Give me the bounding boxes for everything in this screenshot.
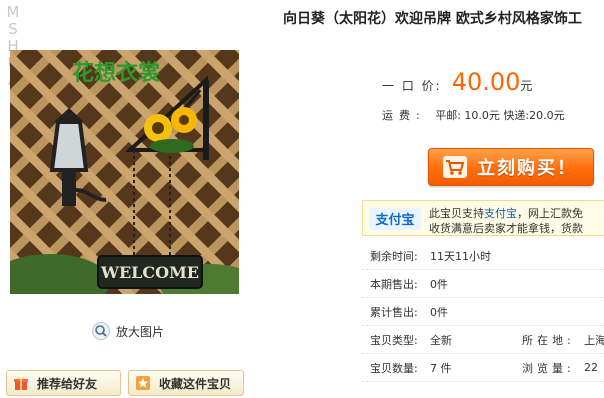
shipping-value: 平邮: 10.0元 快递:20.0元 bbox=[435, 109, 565, 122]
shipping-row: 运费: 平邮: 10.0元 快递:20.0元 bbox=[382, 107, 565, 123]
item-type-label: 宝贝类型: bbox=[370, 333, 418, 347]
price-value: 40.00 bbox=[451, 68, 521, 96]
location-label: 所在地: bbox=[522, 333, 575, 347]
alipay-line2: 收货满意后卖家才能拿钱，货款 bbox=[429, 222, 583, 235]
zoom-label: 放大图片 bbox=[116, 324, 165, 339]
period-sold-row: 本期售出: 0件 bbox=[362, 270, 604, 298]
period-sold-value: 0件 bbox=[430, 277, 448, 291]
type-location-row: 宝贝类型: 全新 所在地: 上海 bbox=[362, 326, 604, 354]
alipay-text: 此宝贝支持 bbox=[429, 207, 484, 220]
alipay-logo-text: 支付宝 bbox=[374, 212, 414, 228]
alipay-link[interactable]: 支付宝 bbox=[484, 207, 517, 220]
remaining-time-label: 剩余时间: bbox=[370, 249, 418, 263]
views-label: 浏览量: bbox=[522, 361, 575, 375]
watermark-letter: S bbox=[8, 20, 18, 38]
photo-overlay-text: 花想衣裳 bbox=[72, 60, 161, 86]
price-label: 一 口 价: bbox=[382, 79, 442, 93]
price-row: 一 口 价: 40.00 元 bbox=[382, 68, 532, 96]
period-sold-label: 本期售出: bbox=[370, 277, 418, 291]
quantity-value: 7 件 bbox=[430, 361, 452, 375]
quantity-views-row: 宝贝数量: 7 件 浏览量: 22 bbox=[362, 354, 604, 382]
quantity-label: 宝贝数量: bbox=[370, 361, 418, 375]
alipay-text: ，网上汇款免 bbox=[517, 207, 583, 220]
remaining-time-row: 剩余时间: 11天11小时 bbox=[362, 242, 604, 270]
recommend-label: 推荐给好友 bbox=[37, 376, 98, 391]
alipay-banner: 支付宝 此宝贝支持支付宝，网上汇款免 收货满意后卖家才能拿钱，货款 bbox=[362, 200, 604, 236]
total-sold-value: 0件 bbox=[430, 305, 448, 319]
buy-now-label: 立刻购买！ bbox=[477, 158, 577, 179]
recommend-button[interactable]: 推荐给好友 bbox=[6, 370, 121, 396]
watermark-letter: M bbox=[6, 3, 20, 21]
alipay-logo-icon[interactable]: 支付宝 bbox=[369, 208, 421, 230]
star-icon bbox=[136, 376, 150, 390]
item-info: 剩余时间: 11天11小时 本期售出: 0件 累计售出: 0件 宝贝类型: 全新… bbox=[362, 242, 604, 382]
total-sold-row: 累计售出: 0件 bbox=[362, 298, 604, 326]
favorite-label: 收藏这件宝贝 bbox=[159, 376, 232, 391]
zoom-link[interactable]: 放大图片 bbox=[92, 322, 164, 340]
alipay-line1: 此宝贝支持支付宝，网上汇款免 bbox=[429, 205, 583, 221]
sign-text: WELCOME bbox=[100, 263, 199, 282]
product-image: WELCOME 花想衣裳 bbox=[10, 50, 239, 294]
product-photo[interactable]: WELCOME 花想衣裳 bbox=[10, 50, 239, 294]
shipping-label: 运费: bbox=[382, 109, 426, 122]
price-unit: 元 bbox=[520, 79, 533, 93]
views-value: 22 bbox=[584, 361, 598, 374]
gift-icon bbox=[14, 376, 28, 390]
buy-now-button[interactable]: 立刻购买！ bbox=[428, 148, 594, 186]
remaining-time-value: 11天11小时 bbox=[430, 249, 491, 263]
total-sold-label: 累计售出: bbox=[370, 305, 418, 319]
location-value: 上海 bbox=[584, 333, 604, 347]
product-title: 向日葵（太阳花）欢迎吊牌 欧式乡村风格家饰工 bbox=[283, 11, 582, 27]
magnifier-icon bbox=[92, 322, 110, 340]
cart-icon bbox=[443, 156, 467, 178]
favorite-button[interactable]: 收藏这件宝贝 bbox=[128, 370, 244, 396]
item-type-value: 全新 bbox=[430, 333, 452, 347]
